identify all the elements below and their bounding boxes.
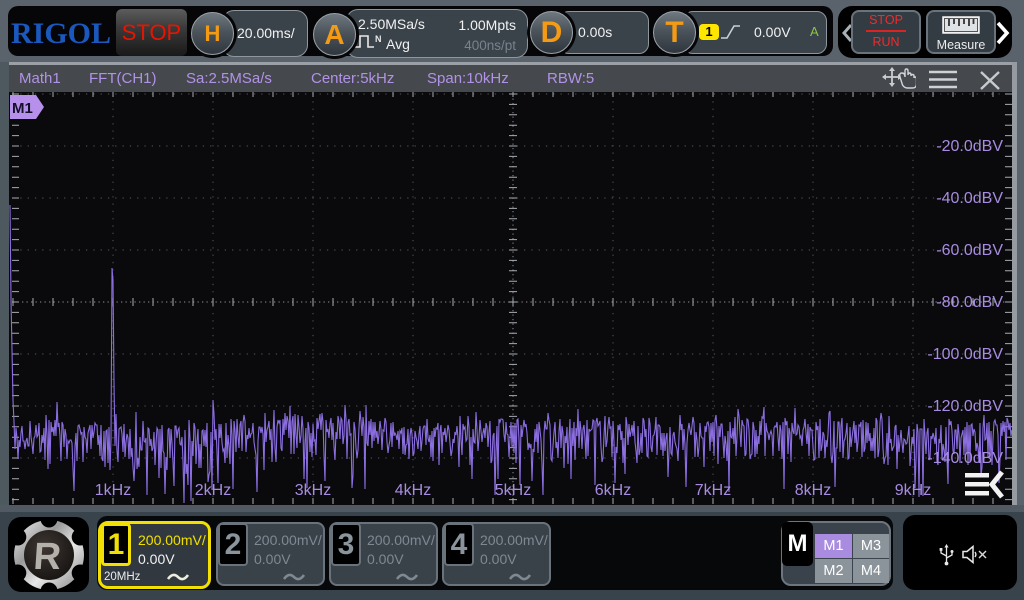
svg-text:-20.0dBV: -20.0dBV: [936, 138, 1003, 155]
svg-text:R: R: [32, 536, 62, 578]
svg-text:-140.0dBV: -140.0dBV: [927, 450, 1003, 467]
svg-text:9kHz: 9kHz: [895, 482, 931, 499]
svg-text:1kHz: 1kHz: [95, 482, 131, 499]
svg-text:3kHz: 3kHz: [295, 482, 331, 499]
svg-text:2kHz: 2kHz: [195, 482, 231, 499]
svg-text:-60.0dBV: -60.0dBV: [936, 242, 1003, 259]
svg-text:5kHz: 5kHz: [495, 482, 531, 499]
svg-text:8kHz: 8kHz: [795, 482, 831, 499]
svg-text:-100.0dBV: -100.0dBV: [927, 346, 1003, 363]
svg-text:-120.0dBV: -120.0dBV: [927, 398, 1003, 415]
svg-text:-40.0dBV: -40.0dBV: [936, 190, 1003, 207]
svg-text:M1: M1: [12, 100, 33, 117]
svg-text:4kHz: 4kHz: [395, 482, 431, 499]
svg-text:6kHz: 6kHz: [595, 482, 631, 499]
svg-text:-80.0dBV: -80.0dBV: [936, 294, 1003, 311]
svg-text:N: N: [375, 34, 382, 44]
svg-text:7kHz: 7kHz: [695, 482, 731, 499]
